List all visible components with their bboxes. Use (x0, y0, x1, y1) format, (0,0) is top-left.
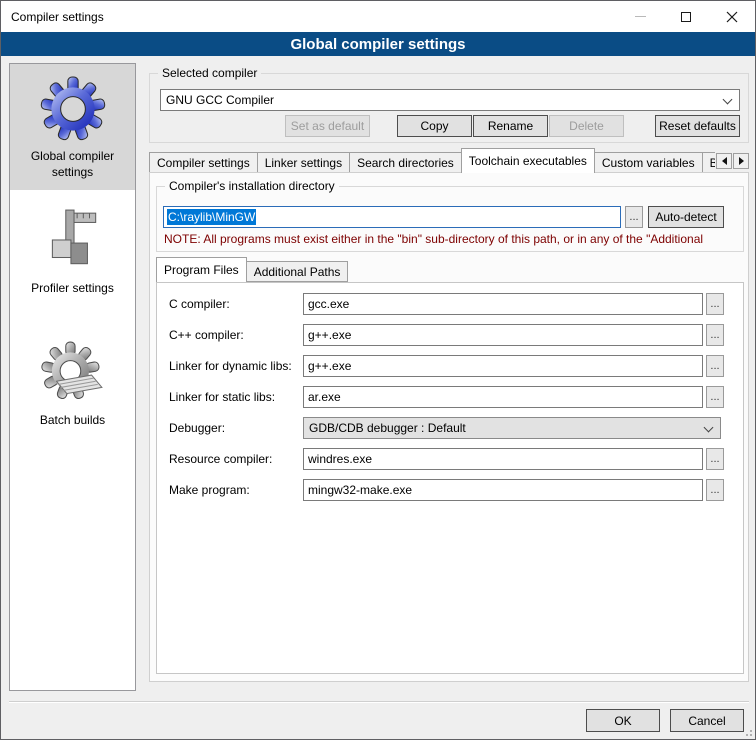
installation-directory-input[interactable]: C:\raylib\MinGW (163, 206, 621, 228)
minimize-button[interactable] (617, 1, 663, 32)
tab-program-files[interactable]: Program Files (156, 257, 247, 282)
resource-compiler-row: Resource compiler: windres.exe ... (157, 448, 743, 470)
debugger-label: Debugger: (169, 421, 225, 435)
static-linker-label: Linker for static libs: (169, 390, 275, 404)
window-controls (617, 1, 755, 32)
close-icon (726, 11, 738, 23)
make-program-row: Make program: mingw32-make.exe ... (157, 479, 743, 501)
tab-toolchain-executables[interactable]: Toolchain executables (461, 148, 595, 173)
installation-directory-group-label: Compiler's installation directory (165, 179, 339, 194)
dynamic-linker-label: Linker for dynamic libs: (169, 359, 292, 373)
arrow-left-icon (722, 157, 727, 165)
make-program-browse-button[interactable]: ... (706, 479, 724, 501)
ok-button[interactable]: OK (586, 709, 660, 732)
static-linker-row: Linker for static libs: ar.exe ... (157, 386, 743, 408)
resize-grip[interactable] (742, 726, 752, 736)
debugger-row: Debugger: GDB/CDB debugger : Default (157, 417, 743, 439)
tab-build-options[interactable]: Build options (702, 152, 715, 173)
dynamic-linker-row: Linker for dynamic libs: g++.exe ... (157, 355, 743, 377)
sidebar-item-batch-builds[interactable]: Batch builds (10, 328, 135, 438)
tab-scroll-left-button[interactable] (716, 153, 732, 169)
tab-scroll-right-button[interactable] (733, 153, 749, 169)
c-compiler-row: C compiler: gcc.exe ... (157, 293, 743, 315)
installation-directory-browse-button[interactable]: ... (625, 206, 643, 228)
set-as-default-button[interactable]: Set as default (285, 115, 370, 137)
selected-compiler-dropdown[interactable]: GNU GCC Compiler (160, 89, 740, 111)
rename-button[interactable]: Rename (473, 115, 548, 137)
c-compiler-input[interactable]: gcc.exe (303, 293, 703, 315)
tab-additional-paths[interactable]: Additional Paths (246, 261, 349, 282)
program-files-pane: C compiler: gcc.exe ... C++ compiler: g+… (156, 282, 744, 674)
compiler-settings-window: Compiler settings Global compiler settin… (0, 0, 756, 740)
arrow-right-icon (739, 157, 744, 165)
tab-linker-settings[interactable]: Linker settings (257, 152, 350, 173)
auto-detect-button[interactable]: Auto-detect (648, 206, 724, 228)
window-title: Compiler settings (11, 10, 104, 24)
footer-separator (9, 701, 749, 703)
maximize-button[interactable] (663, 1, 709, 32)
sidebar-item-profiler-settings[interactable]: Profiler settings (10, 196, 135, 306)
installation-directory-note: NOTE: All programs must exist either in … (164, 232, 738, 246)
selected-compiler-group-label: Selected compiler (158, 66, 261, 81)
dynamic-linker-browse-button[interactable]: ... (706, 355, 724, 377)
maximize-icon (681, 12, 691, 22)
resource-compiler-value: windres.exe (308, 452, 372, 466)
resource-compiler-label: Resource compiler: (169, 452, 272, 466)
installation-directory-group: Compiler's installation directory C:\ray… (156, 186, 744, 252)
resource-compiler-input[interactable]: windres.exe (303, 448, 703, 470)
cpp-compiler-label: C++ compiler: (169, 328, 244, 342)
tab-scroll-area: Compiler settings Linker settings Search… (149, 148, 715, 173)
compiler-options-tabs: Compiler settings Linker settings Search… (149, 148, 749, 173)
reset-defaults-button[interactable]: Reset defaults (655, 115, 740, 137)
installation-directory-value: C:\raylib\MinGW (167, 209, 256, 225)
sidebar-item-label: Profiler settings (12, 280, 133, 296)
sidebar-item-label: Global compiler settings (12, 148, 133, 180)
selected-compiler-value: GNU GCC Compiler (166, 93, 274, 107)
program-files-tabs: Program Files Additional Paths (156, 258, 744, 282)
c-compiler-browse-button[interactable]: ... (706, 293, 724, 315)
toolchain-executables-page: Compiler's installation directory C:\ray… (149, 172, 749, 682)
make-program-value: mingw32-make.exe (308, 483, 412, 497)
dynamic-linker-input[interactable]: g++.exe (303, 355, 703, 377)
debugger-dropdown[interactable]: GDB/CDB debugger : Default (303, 417, 721, 439)
caliper-icon (40, 208, 106, 274)
close-button[interactable] (709, 1, 755, 32)
gray-gear-stack-icon (40, 340, 106, 406)
static-linker-value: ar.exe (308, 390, 341, 404)
cancel-button[interactable]: Cancel (670, 709, 744, 732)
settings-category-list: Global compiler settings Profiler settin… (9, 63, 136, 691)
dialog-header-title: Global compiler settings (290, 36, 465, 53)
dynamic-linker-value: g++.exe (308, 359, 351, 373)
chevron-down-icon (704, 423, 714, 433)
tab-search-directories[interactable]: Search directories (349, 152, 462, 173)
delete-button[interactable]: Delete (549, 115, 624, 137)
cpp-compiler-row: C++ compiler: g++.exe ... (157, 324, 743, 346)
minimize-icon (635, 16, 646, 17)
sidebar-item-label: Batch builds (12, 412, 133, 428)
c-compiler-value: gcc.exe (308, 297, 349, 311)
dialog-header: Global compiler settings (1, 32, 755, 56)
static-linker-browse-button[interactable]: ... (706, 386, 724, 408)
c-compiler-label: C compiler: (169, 297, 230, 311)
tab-scroll-buttons (715, 153, 749, 169)
blue-gear-icon (40, 76, 106, 142)
resource-compiler-browse-button[interactable]: ... (706, 448, 724, 470)
make-program-label: Make program: (169, 483, 250, 497)
title-bar: Compiler settings (1, 1, 755, 32)
sidebar-item-global-compiler-settings[interactable]: Global compiler settings (10, 64, 135, 190)
make-program-input[interactable]: mingw32-make.exe (303, 479, 703, 501)
cpp-compiler-browse-button[interactable]: ... (706, 324, 724, 346)
selected-compiler-group: Selected compiler GNU GCC Compiler Set a… (149, 73, 749, 143)
debugger-value: GDB/CDB debugger : Default (309, 421, 466, 435)
cpp-compiler-value: g++.exe (308, 328, 351, 342)
static-linker-input[interactable]: ar.exe (303, 386, 703, 408)
tab-compiler-settings[interactable]: Compiler settings (149, 152, 258, 173)
copy-button[interactable]: Copy (397, 115, 472, 137)
tab-custom-variables[interactable]: Custom variables (594, 152, 703, 173)
chevron-down-icon (723, 95, 733, 105)
cpp-compiler-input[interactable]: g++.exe (303, 324, 703, 346)
